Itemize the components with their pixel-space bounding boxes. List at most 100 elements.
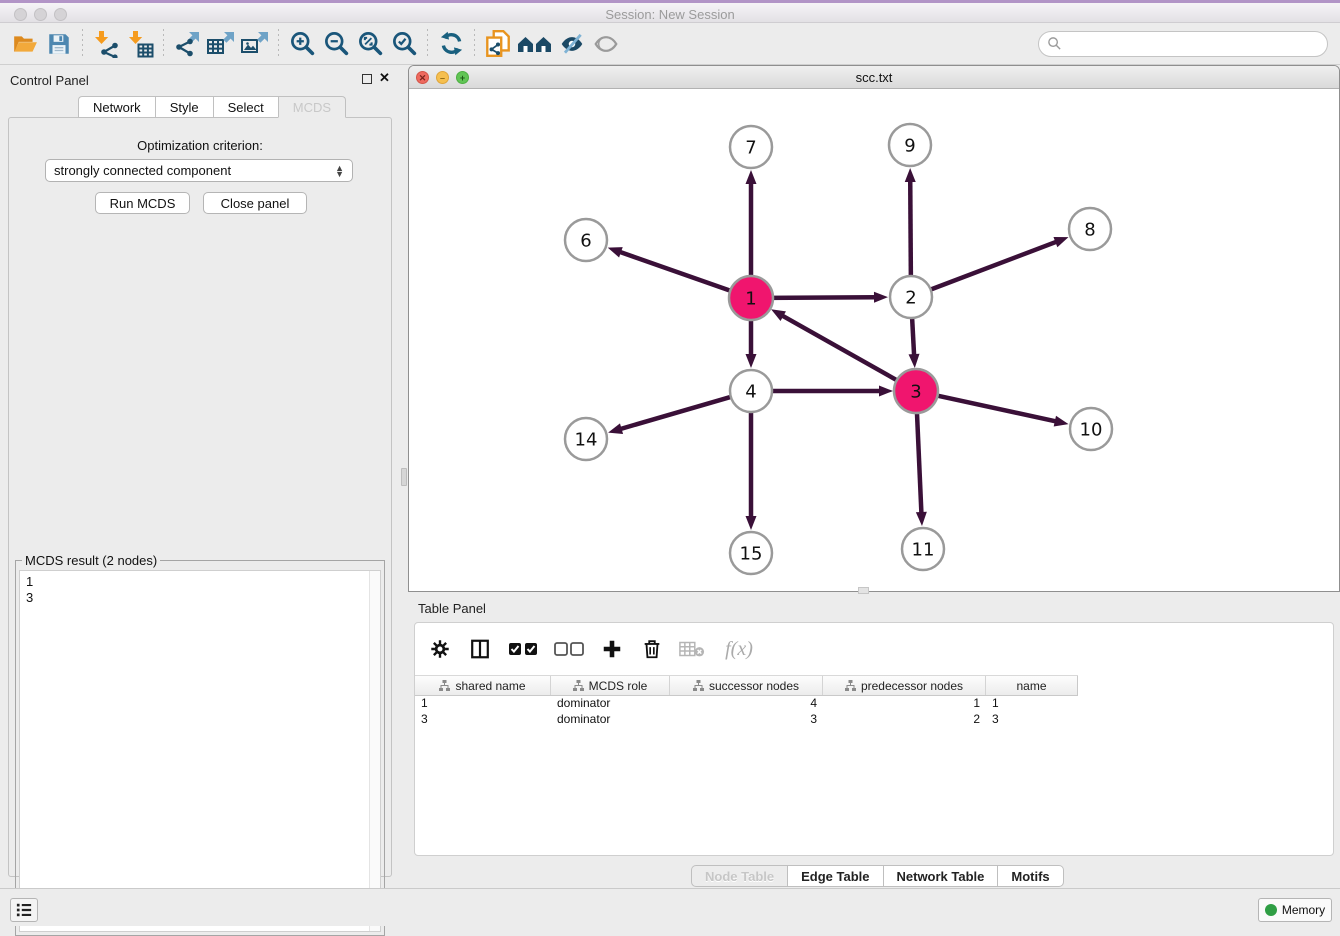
- zoom-in-button[interactable]: [285, 27, 319, 61]
- zoom-fit-button[interactable]: [353, 27, 387, 61]
- attribute-tree-icon: [693, 680, 704, 691]
- graph-edge-2-9[interactable]: [910, 180, 911, 279]
- graph-node-1[interactable]: 1: [729, 276, 773, 320]
- graph-node-7[interactable]: 7: [730, 126, 772, 168]
- cell-mcds-role: dominator: [551, 712, 670, 728]
- hide-panels-button[interactable]: [515, 27, 555, 61]
- graph-edge-1-6[interactable]: [619, 252, 734, 292]
- window-title: Session: New Session: [0, 7, 1340, 22]
- toolbar-separator: [427, 29, 428, 59]
- graph-edge-3-1[interactable]: [781, 315, 900, 382]
- tab-mcds[interactable]: MCDS: [278, 96, 346, 118]
- column-header-predecessor-nodes[interactable]: predecessor nodes: [823, 676, 986, 695]
- graph-edge-2-3[interactable]: [912, 315, 914, 356]
- unchecked-boxes-icon: [554, 641, 584, 657]
- graph-node-9[interactable]: 9: [889, 124, 931, 166]
- graph-node-11[interactable]: 11: [902, 528, 944, 570]
- refresh-button[interactable]: [434, 27, 468, 61]
- network-canvas[interactable]: 7 9 6 8 1 2 4 3 14 10 15 11: [409, 89, 1339, 591]
- table-row[interactable]: 1 dominator 4 1 1: [415, 696, 1078, 712]
- export-table-icon: [206, 30, 236, 58]
- chevron-up-down-icon: ▲▼: [335, 165, 344, 177]
- graph-edge-4-14[interactable]: [620, 396, 734, 429]
- memory-button[interactable]: Memory: [1258, 898, 1332, 922]
- graphics-details-button[interactable]: [555, 27, 589, 61]
- import-network-button[interactable]: [89, 27, 123, 61]
- table-options-button[interactable]: [427, 636, 453, 662]
- mcds-result-list[interactable]: 1 3: [19, 570, 381, 932]
- graph-node-label: 6: [580, 230, 591, 251]
- toolbar-separator: [163, 29, 164, 59]
- graph-node-3[interactable]: 3: [894, 369, 938, 413]
- graph-node-label: 15: [740, 543, 763, 564]
- add-column-button[interactable]: [599, 636, 625, 662]
- node-table-card: f(x) shared name MCDS role successor nod…: [414, 622, 1334, 856]
- tab-network[interactable]: Network: [78, 96, 155, 118]
- zoom-selected-button[interactable]: [387, 27, 421, 61]
- open-session-icon: [11, 31, 39, 57]
- open-session-button[interactable]: [8, 27, 42, 61]
- close-panel-button[interactable]: Close panel: [203, 192, 307, 214]
- select-all-button[interactable]: [507, 636, 539, 662]
- graph-edge-3-11[interactable]: [917, 409, 922, 514]
- clone-network-button[interactable]: [481, 27, 515, 61]
- run-mcds-button[interactable]: Run MCDS: [95, 192, 190, 214]
- zoom-out-icon: [323, 30, 350, 57]
- graph-edge-3-10[interactable]: [934, 395, 1057, 422]
- tab-network-table[interactable]: Network Table: [883, 865, 998, 887]
- panel-mode-button[interactable]: [467, 636, 493, 662]
- graph-edge-arrowhead: [1054, 416, 1069, 427]
- export-network-icon: [173, 30, 201, 58]
- table-panel: Table Panel ✕: [408, 595, 1340, 888]
- optimization-criterion-select[interactable]: strongly connected component ▲▼: [45, 159, 353, 182]
- import-table-button[interactable]: [123, 27, 157, 61]
- export-network-button[interactable]: [170, 27, 204, 61]
- graph-node-2[interactable]: 2: [890, 276, 932, 318]
- graph-node-14[interactable]: 14: [565, 418, 607, 460]
- delete-table-button[interactable]: [679, 636, 705, 662]
- graph-node-15[interactable]: 15: [730, 532, 772, 574]
- search-input[interactable]: [1062, 34, 1327, 54]
- network-window-titlebar[interactable]: ✕ – + scc.txt: [409, 66, 1339, 89]
- graph-node-8[interactable]: 8: [1069, 208, 1111, 250]
- table-row[interactable]: 3 dominator 3 2 3: [415, 712, 1078, 728]
- graph-node-6[interactable]: 6: [565, 219, 607, 261]
- column-header-successor-nodes[interactable]: successor nodes: [670, 676, 823, 695]
- export-table-button[interactable]: [204, 27, 238, 61]
- search-box[interactable]: [1038, 31, 1328, 57]
- tab-motifs[interactable]: Motifs: [997, 865, 1063, 887]
- column-header-shared-name[interactable]: shared name: [415, 676, 551, 695]
- gear-icon: [429, 638, 451, 660]
- float-panel-icon[interactable]: [362, 74, 372, 84]
- tab-select[interactable]: Select: [213, 96, 278, 118]
- control-panel-tabs: Network Style Select MCDS: [78, 96, 346, 118]
- horizontal-splitter-grip[interactable]: [858, 587, 869, 594]
- panel-splitter[interactable]: [400, 65, 408, 888]
- main-toolbar: [0, 23, 1340, 65]
- column-header-mcds-role[interactable]: MCDS role: [551, 676, 670, 695]
- column-header-name[interactable]: name: [986, 676, 1078, 695]
- deselect-all-button[interactable]: [553, 636, 585, 662]
- save-session-button[interactable]: [42, 27, 76, 61]
- presentation-button[interactable]: [589, 27, 623, 61]
- splitter-grip[interactable]: [401, 468, 407, 486]
- task-history-button[interactable]: [10, 898, 38, 922]
- function-builder-button[interactable]: f(x): [719, 636, 759, 662]
- graph-edge-arrowhead: [1053, 237, 1068, 247]
- graph-edge-1-2[interactable]: [769, 297, 876, 298]
- graphics-details-icon: [558, 31, 586, 57]
- export-image-button[interactable]: [238, 27, 272, 61]
- delete-column-button[interactable]: [639, 636, 665, 662]
- graph-node-4[interactable]: 4: [730, 370, 772, 412]
- tab-node-table[interactable]: Node Table: [691, 865, 787, 887]
- close-panel-icon[interactable]: ✕: [379, 71, 390, 85]
- zoom-out-button[interactable]: [319, 27, 353, 61]
- scrollbar[interactable]: [369, 571, 380, 931]
- graph-edge-arrowhead: [916, 512, 927, 526]
- graph-edge-arrowhead: [874, 292, 888, 303]
- graph-edge-2-8[interactable]: [928, 241, 1057, 290]
- tab-style[interactable]: Style: [155, 96, 213, 118]
- graph-node-label: 1: [745, 288, 756, 309]
- tab-edge-table[interactable]: Edge Table: [787, 865, 882, 887]
- graph-node-10[interactable]: 10: [1070, 408, 1112, 450]
